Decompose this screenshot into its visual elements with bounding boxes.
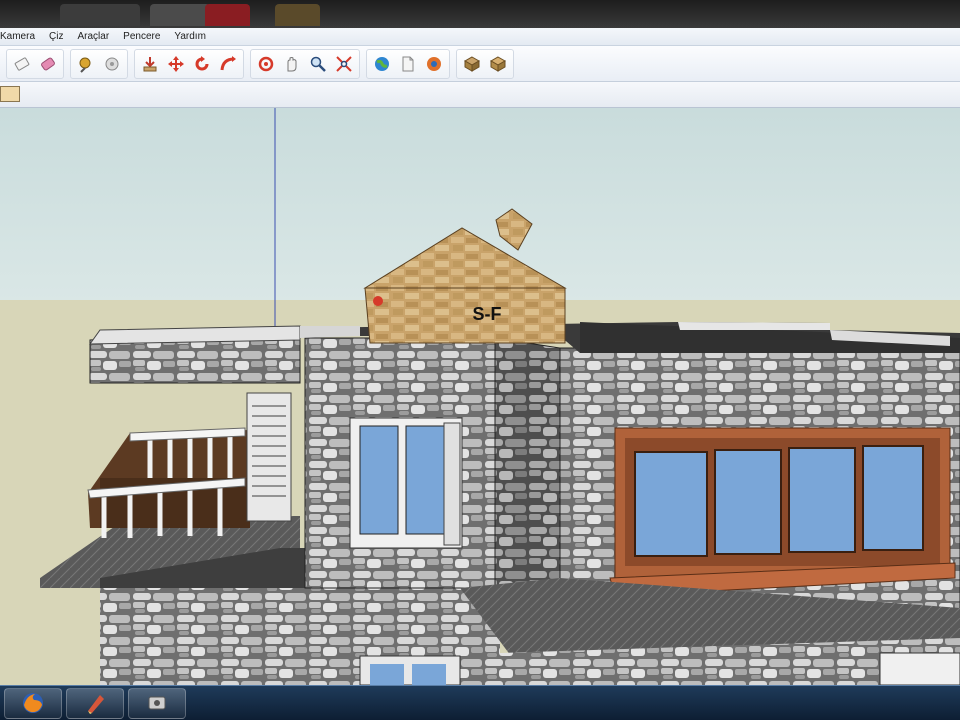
browser-tab[interactable] bbox=[60, 4, 140, 26]
toolbar-group-components bbox=[456, 48, 514, 79]
toolbar-group-geo bbox=[366, 48, 450, 79]
tape-measure-icon[interactable] bbox=[73, 51, 99, 77]
move-icon[interactable] bbox=[163, 51, 189, 77]
pan-icon[interactable] bbox=[279, 51, 305, 77]
browser-tab[interactable] bbox=[205, 4, 250, 26]
secondary-toolbar bbox=[0, 82, 960, 108]
house-model-drawing: S-F bbox=[0, 108, 960, 685]
push-pull-cursor-icon bbox=[373, 296, 383, 306]
page-icon[interactable] bbox=[395, 51, 421, 77]
menu-yardim[interactable]: Yardım bbox=[174, 28, 206, 46]
firefox-icon[interactable] bbox=[4, 687, 62, 719]
toolbar-group-select bbox=[70, 48, 128, 79]
windows-taskbar bbox=[0, 685, 960, 720]
sketchup-icon[interactable] bbox=[66, 687, 124, 719]
follow-me-icon[interactable] bbox=[215, 51, 241, 77]
menu-bar: Kamera Çiz Araçlar Pencere Yardım bbox=[0, 28, 960, 46]
media-icon[interactable] bbox=[128, 687, 186, 719]
main-toolbar bbox=[0, 46, 960, 82]
model-label: S-F bbox=[473, 304, 502, 324]
menu-pencere[interactable]: Pencere bbox=[123, 28, 160, 46]
push-pull-icon[interactable] bbox=[137, 51, 163, 77]
browser-tab[interactable] bbox=[275, 4, 320, 26]
eraser-icon[interactable] bbox=[9, 51, 35, 77]
share-model-icon[interactable] bbox=[485, 51, 511, 77]
menu-araclar[interactable]: Araçlar bbox=[77, 28, 109, 46]
get-models-icon[interactable] bbox=[459, 51, 485, 77]
browser-tab[interactable] bbox=[150, 4, 210, 26]
zoom-icon[interactable] bbox=[305, 51, 331, 77]
model-viewport[interactable]: S-F bbox=[0, 108, 960, 685]
rotate-icon[interactable] bbox=[189, 51, 215, 77]
orbit-icon[interactable] bbox=[253, 51, 279, 77]
toolbar-group-camera bbox=[250, 48, 360, 79]
menu-ciz[interactable]: Çiz bbox=[49, 28, 63, 46]
toolbar-group-modify bbox=[134, 48, 244, 79]
globe-icon[interactable] bbox=[369, 51, 395, 77]
browser-tab-strip bbox=[0, 0, 960, 28]
sketchup-window: Kamera Çiz Araçlar Pencere Yardım S-F bbox=[0, 0, 960, 720]
toolbar-group-edit bbox=[6, 48, 64, 79]
3d-warehouse-icon[interactable] bbox=[421, 51, 447, 77]
zoom-extents-icon[interactable] bbox=[331, 51, 357, 77]
menu-kamera[interactable]: Kamera bbox=[0, 28, 35, 46]
component-icon[interactable] bbox=[99, 51, 125, 77]
layer-color-swatch[interactable] bbox=[0, 86, 20, 102]
paint-bucket-icon[interactable] bbox=[35, 51, 61, 77]
